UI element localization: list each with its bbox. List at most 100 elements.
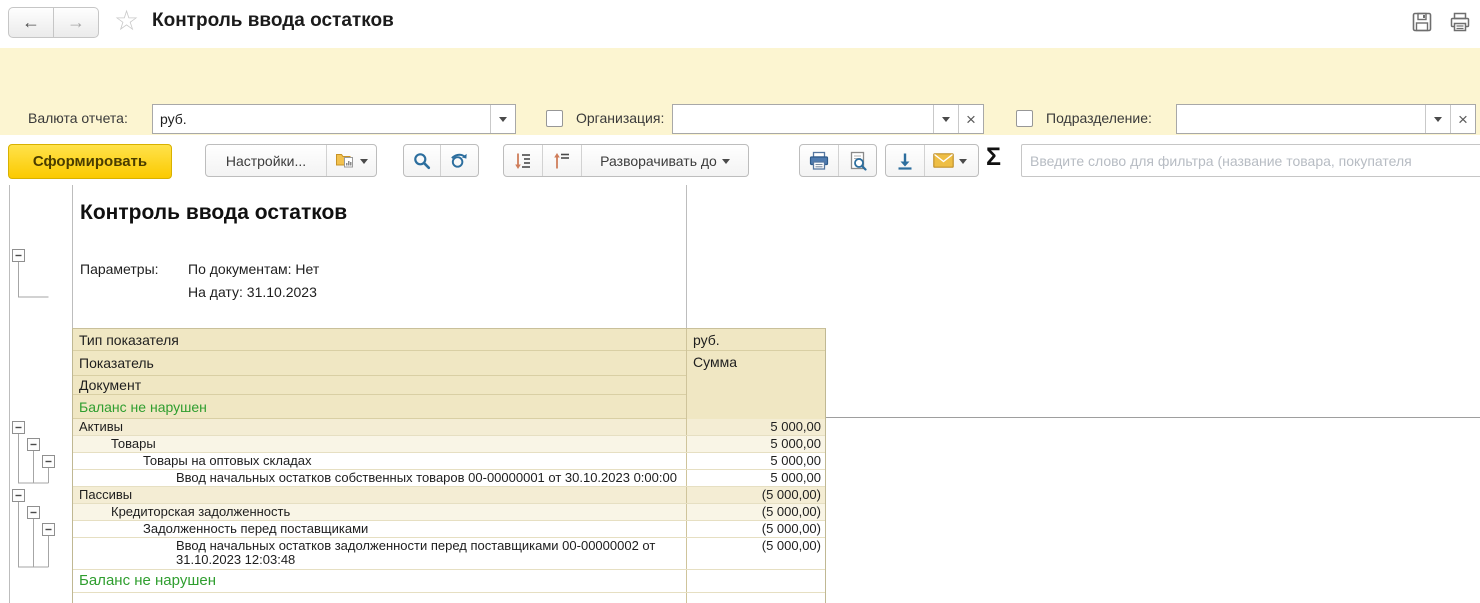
- header-cell-currency-unit[interactable]: руб.: [687, 329, 825, 351]
- app-header: ← → ☆ Контроль ввода остатков: [0, 0, 1480, 48]
- table-row[interactable]: Пассивы (5 000,00): [73, 487, 825, 504]
- organization-value[interactable]: [673, 105, 933, 133]
- row-label: Товары на оптовых складах: [73, 453, 687, 469]
- row-value: [687, 593, 825, 603]
- row-value: 5 000,00: [770, 470, 821, 485]
- department-label: Подразделение:: [1046, 110, 1152, 126]
- report-area: Контроль ввода остатков Параметры: По до…: [0, 185, 1480, 603]
- collapse-toggle[interactable]: [27, 438, 40, 451]
- quick-filter-input[interactable]: [1021, 144, 1480, 177]
- table-row[interactable]: Кредиторская задолженность (5 000,00): [73, 504, 825, 521]
- save-report-button[interactable]: [886, 145, 924, 176]
- settings-button[interactable]: Настройки...: [206, 145, 326, 176]
- table-row[interactable]: Ввод начальных остатков задолженности пе…: [73, 538, 825, 570]
- report-title: Контроль ввода остатков: [80, 201, 348, 224]
- expand-to-label: Разворачивать до: [600, 152, 717, 169]
- department-field[interactable]: ×: [1176, 104, 1476, 134]
- chevron-down-icon: [959, 158, 967, 168]
- chevron-down-icon: [360, 158, 368, 168]
- sum-sigma-button[interactable]: Σ: [986, 143, 1001, 172]
- currency-dropdown-icon[interactable]: [490, 105, 515, 133]
- row-label: Товары: [73, 436, 687, 452]
- send-mail-button[interactable]: [924, 145, 975, 176]
- row-value: [687, 570, 825, 592]
- header-cell-indicator[interactable]: Показатель: [73, 351, 686, 376]
- table-row[interactable]: Активы 5 000,00: [73, 419, 825, 436]
- row-value: (5 000,00): [761, 504, 821, 519]
- printer-icon: [809, 151, 829, 170]
- row-label: Задолженность перед поставщиками: [73, 521, 687, 537]
- page-title: Контроль ввода остатков: [152, 10, 394, 31]
- table-row[interactable]: Товары на оптовых складах 5 000,00: [73, 453, 825, 470]
- collapse-toggle[interactable]: [12, 489, 25, 502]
- expand-groups-button[interactable]: [504, 145, 542, 176]
- table-header: Тип показателя Показатель Документ Балан…: [73, 329, 825, 419]
- search-icon: [414, 152, 431, 169]
- table-row[interactable]: [73, 593, 825, 603]
- app-window: ← → ☆ Контроль ввода остатков Валюта отч…: [0, 0, 1480, 603]
- print-preview-button[interactable]: [838, 145, 876, 176]
- print-button[interactable]: [800, 145, 838, 176]
- table-row[interactable]: Задолженность перед поставщиками (5 000,…: [73, 521, 825, 538]
- row-value: (5 000,00): [761, 521, 821, 536]
- parameters-label: Параметры:: [80, 261, 159, 277]
- chevron-down-icon: [721, 158, 730, 168]
- department-checkbox[interactable]: [1016, 110, 1033, 127]
- nav-buttons: ← →: [8, 7, 99, 38]
- row-label: Ввод начальных остатков собственных това…: [73, 470, 687, 486]
- department-clear-icon[interactable]: ×: [1450, 105, 1475, 133]
- table-row[interactable]: Баланс не нарушен: [73, 570, 825, 593]
- department-value[interactable]: [1177, 105, 1425, 133]
- back-button[interactable]: ←: [9, 8, 53, 37]
- collapse-toggle[interactable]: [12, 249, 25, 262]
- header-cell-sum[interactable]: Сумма: [687, 351, 825, 419]
- row-value: 5 000,00: [770, 436, 821, 451]
- search-next-button[interactable]: [440, 145, 478, 176]
- row-label: Ввод начальных остатков задолженности пе…: [73, 538, 687, 569]
- header-cell-document[interactable]: Документ: [73, 376, 686, 395]
- row-value: (5 000,00): [761, 538, 821, 553]
- organization-dropdown-icon[interactable]: [933, 105, 958, 133]
- print-preview-icon: [850, 151, 867, 171]
- report-variant-icon: [335, 150, 355, 171]
- generate-button[interactable]: Сформировать: [8, 144, 172, 179]
- report-table: Тип показателя Показатель Документ Балан…: [72, 328, 826, 603]
- row-value: (5 000,00): [761, 487, 821, 502]
- collapse-toggle[interactable]: [27, 506, 40, 519]
- search-button[interactable]: [404, 145, 440, 176]
- print-icon[interactable]: [1448, 10, 1472, 39]
- row-value: 5 000,00: [770, 419, 821, 434]
- mail-icon: [933, 153, 954, 168]
- row-label: [73, 593, 687, 603]
- forward-button[interactable]: →: [53, 8, 98, 37]
- save-icon[interactable]: [1410, 10, 1434, 39]
- header-cell-balance-status[interactable]: Баланс не нарушен: [73, 395, 686, 419]
- row-label: Кредиторская задолженность: [73, 504, 687, 520]
- table-row[interactable]: Товары 5 000,00: [73, 436, 825, 453]
- collapse-toggle[interactable]: [42, 455, 55, 468]
- organization-field[interactable]: ×: [672, 104, 984, 134]
- parameter-documents: По документам: Нет: [188, 261, 320, 277]
- expand-to-button[interactable]: Разворачивать до: [581, 145, 748, 176]
- currency-field[interactable]: руб.: [152, 104, 516, 134]
- expand-all-icon: [515, 153, 530, 169]
- department-dropdown-icon[interactable]: [1425, 105, 1450, 133]
- report-variants-button[interactable]: [326, 145, 376, 176]
- organization-checkbox[interactable]: [546, 110, 563, 127]
- download-icon: [898, 153, 912, 170]
- collapse-toggle[interactable]: [12, 421, 25, 434]
- collapse-toggle[interactable]: [42, 523, 55, 536]
- collapse-all-icon: [554, 152, 569, 168]
- search-next-icon: [451, 153, 467, 168]
- row-label: Активы: [73, 419, 687, 435]
- header-cell-indicator-type[interactable]: Тип показателя: [73, 329, 686, 351]
- table-row[interactable]: Ввод начальных остатков собственных това…: [73, 470, 825, 487]
- parameter-date: На дату: 31.10.2023: [188, 284, 317, 300]
- row-label: Баланс не нарушен: [73, 570, 687, 592]
- favorite-star-icon[interactable]: ☆: [114, 4, 139, 37]
- organization-clear-icon[interactable]: ×: [958, 105, 983, 133]
- currency-value[interactable]: руб.: [153, 105, 490, 133]
- report-toolbar: Сформировать Настройки... Разворачивать …: [0, 135, 1480, 185]
- row-label: Пассивы: [73, 487, 687, 503]
- collapse-groups-button[interactable]: [542, 145, 581, 176]
